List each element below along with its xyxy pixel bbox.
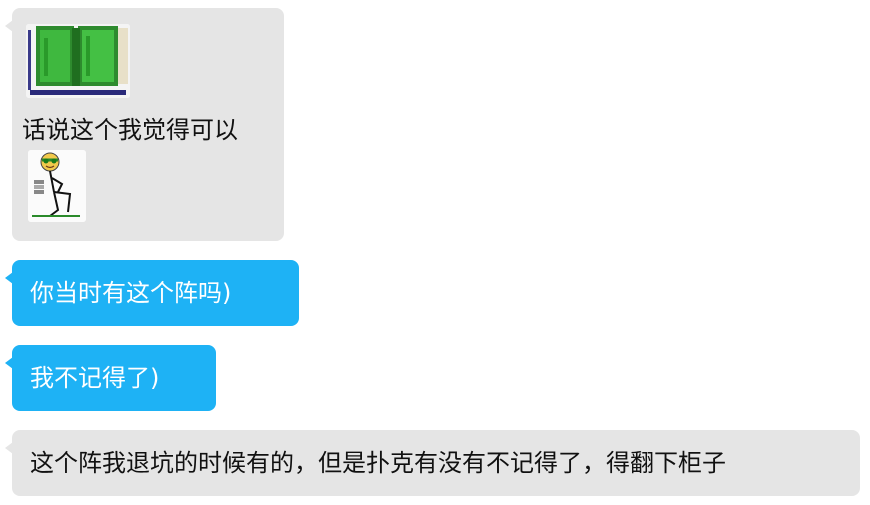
sticker-graphic	[28, 150, 86, 222]
bubble-tail	[5, 442, 13, 454]
bubble-tail	[5, 20, 13, 32]
message-text: 话说这个我觉得可以	[22, 116, 238, 144]
stick-figure-sticker[interactable]	[28, 150, 86, 222]
bubble-tail	[5, 272, 13, 284]
message-text: 这个阵我退坑的时候有的，但是扑克有没有不记得了，得翻下柜子	[30, 449, 726, 477]
message-text: 你当时有这个阵吗)	[30, 279, 232, 307]
card-screenshot-image[interactable]	[26, 24, 130, 98]
message-bubble-outgoing[interactable]: 你当时有这个阵吗)	[5, 260, 299, 326]
chat-conversation: 话说这个我觉得可以 你当时有这个阵吗) 我不记得了) 这个阵我退坑的时候有的，但…	[0, 0, 870, 505]
message-text: 我不记得了)	[30, 364, 160, 392]
cards-image-graphic	[26, 24, 130, 98]
message-bubble-incoming[interactable]: 话说这个我觉得可以	[5, 8, 284, 241]
message-bubble-incoming[interactable]: 这个阵我退坑的时候有的，但是扑克有没有不记得了，得翻下柜子	[5, 430, 860, 496]
message-bubble-outgoing[interactable]: 我不记得了)	[5, 345, 216, 411]
bubble-tail	[5, 357, 13, 369]
